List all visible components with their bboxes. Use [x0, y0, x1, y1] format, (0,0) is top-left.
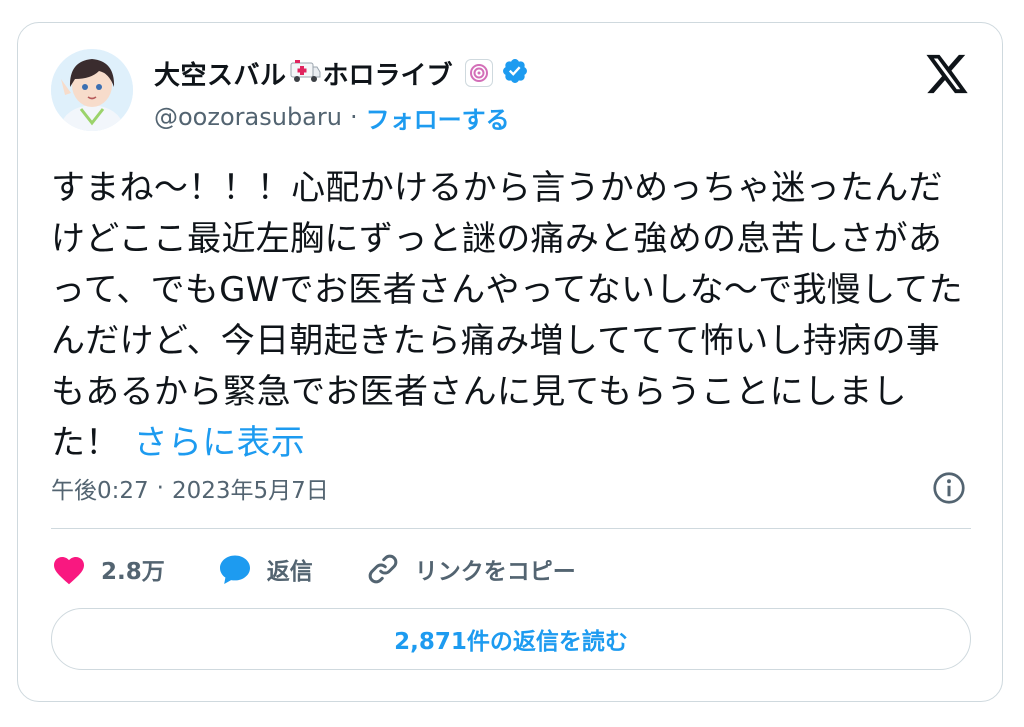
- reply-button[interactable]: 返信: [217, 552, 313, 586]
- tweet-time[interactable]: 午後0:27: [51, 471, 149, 505]
- affiliate-badge-icon[interactable]: [464, 59, 493, 87]
- tweet-body: すまね〜！！！心配かけるから言うかめっちゃ迷ったんだけどここ最近左胸にずっと謎の…: [51, 168, 963, 463]
- tweet-date[interactable]: 2023年5月7日: [172, 471, 329, 505]
- heart-icon: [51, 552, 87, 586]
- verified-icon[interactable]: [501, 57, 529, 89]
- tweet-card: 大空スバル ホロライブ @oozorasubaru · フォローする すまね〜！…: [17, 22, 1003, 702]
- author-name-row: 大空スバル ホロライブ: [154, 53, 529, 93]
- author-name-suffix[interactable]: ホロライブ: [323, 55, 453, 92]
- follow-link[interactable]: フォローする: [366, 100, 510, 135]
- read-replies-button[interactable]: 2,871件の返信を読む: [51, 608, 971, 670]
- author-display-name[interactable]: 大空スバル: [154, 55, 287, 92]
- author-handle-row: @oozorasubaru · フォローする: [154, 99, 510, 135]
- like-count: 2.8万: [101, 559, 165, 585]
- ambulance-icon: [289, 57, 321, 89]
- divider: [51, 528, 971, 529]
- copy-link-label: リンクをコピー: [414, 559, 576, 585]
- show-more-link[interactable]: さらに表示: [134, 423, 306, 463]
- info-icon[interactable]: [931, 470, 967, 506]
- handle-separator: ·: [349, 103, 358, 131]
- copy-link-button[interactable]: リンクをコピー: [365, 551, 576, 587]
- reply-icon: [217, 552, 253, 586]
- tweet-timestamp[interactable]: 午後0:27 · 2023年5月7日: [51, 471, 329, 505]
- action-bar: 2.8万 返信 リンクをコピー: [51, 549, 628, 589]
- read-replies-label: 2,871件の返信を読む: [394, 629, 628, 655]
- reply-label: 返信: [266, 559, 313, 585]
- x-logo-icon[interactable]: [924, 53, 972, 97]
- tweet-text: すまね〜！！！心配かけるから言うかめっちゃ迷ったんだけどここ最近左胸にずっと謎の…: [51, 163, 971, 469]
- like-button[interactable]: 2.8万: [51, 552, 165, 586]
- avatar[interactable]: [51, 49, 133, 131]
- author-handle[interactable]: @oozorasubaru: [154, 103, 342, 131]
- link-icon: [365, 551, 401, 587]
- timestamp-separator: ·: [156, 475, 164, 501]
